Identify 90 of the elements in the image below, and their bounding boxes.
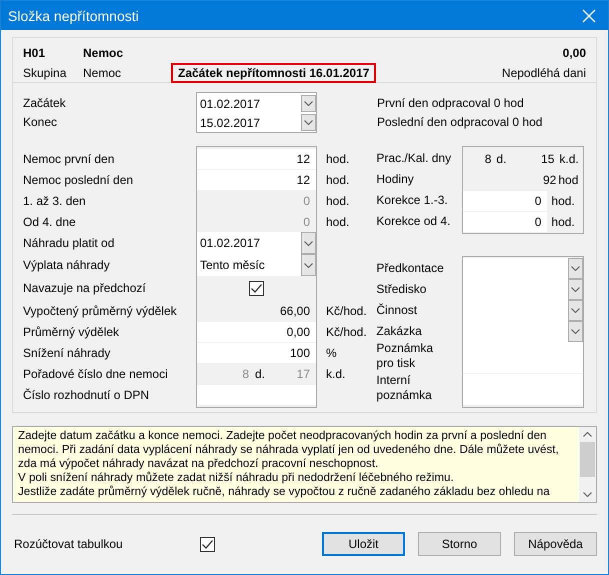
combo-box[interactable]: 01.02.2017 (197, 232, 316, 254)
dropdown-icon[interactable] (568, 258, 584, 279)
field-label: Navazuje na předchozí (23, 281, 146, 295)
input-field[interactable]: 12 (197, 170, 316, 190)
field-label: Začátek (23, 96, 66, 110)
field-label: Rozúčtovat tabulkou (13, 537, 124, 551)
checkbox[interactable] (249, 280, 264, 296)
field-label: Korekce od 4. (376, 214, 450, 228)
help-text-line: nemoci. Při zadání data vyplácení náhrady se náhrada vyplatí jen od uvedeného dne. Dále můžete uvést, (18, 443, 560, 457)
scroll-bar[interactable] (579, 427, 596, 502)
field-label: Výplata náhrady (23, 258, 110, 272)
unit-text: hod. (550, 214, 575, 228)
field-label: Náhradu platit od (23, 236, 114, 250)
group-text: Nemoc (83, 66, 122, 80)
field-label: Předkontace (376, 260, 444, 274)
value-text: 8 (241, 366, 249, 380)
dropdown-icon[interactable] (568, 300, 584, 321)
field-label: Pořadové číslo dne nemoci (23, 366, 168, 380)
note-field[interactable] (463, 374, 584, 405)
unit-text: % (326, 346, 337, 360)
field-label: Nemoc poslední den (23, 172, 134, 186)
value-text: 8 (484, 152, 492, 166)
value-text: 0 (303, 194, 310, 208)
field-label: Poznámka pro tisk (376, 341, 434, 371)
field-label: Činnost (376, 302, 418, 316)
dropdown-icon[interactable] (568, 321, 584, 342)
input-field[interactable]: 12 (197, 148, 316, 168)
close-icon[interactable] (582, 8, 596, 22)
dropdown-icon[interactable] (301, 114, 316, 131)
input-field[interactable]: 0 (463, 212, 548, 232)
value-text: 92 (543, 172, 556, 186)
dialog-button[interactable]: Nápověda (514, 532, 597, 556)
unit-text: hod. (326, 194, 350, 208)
value-text: 15 (540, 152, 554, 166)
date-combo[interactable]: 01.02.2017 (197, 94, 316, 113)
field-label: Číslo rozhodnutí o DPN (23, 388, 150, 402)
input-field[interactable]: 0,00 (197, 322, 316, 342)
field-label: Od 4. dne (23, 214, 76, 228)
value-text: 17 (296, 366, 311, 380)
field-label: Vypočtený průměrný výdělek (23, 304, 177, 318)
type-text: Nemoc (83, 46, 124, 60)
help-text-line: zda má výpočet náhrady navázat na předchozí pracovní neschopnost. (18, 457, 380, 471)
field-label: 1. až 3. den (23, 194, 86, 208)
unit-text: d. (254, 366, 266, 380)
combo-box[interactable]: Tento měsíc (197, 254, 316, 276)
help-text-line: Zadejte datum začátku a konce nemoci. Zadejte počet neodpracovaných hodin za první a poslední den (18, 429, 548, 443)
input-field[interactable] (197, 384, 316, 404)
unit-text: hod (557, 172, 578, 186)
field-label: Korekce 1.-3. (376, 192, 448, 206)
unit-text: Kč/hod. (326, 324, 367, 338)
dropdown-icon[interactable] (568, 279, 584, 300)
checkbox[interactable] (200, 536, 215, 552)
input-field[interactable]: 0 (463, 190, 548, 210)
unit-text: hod. (326, 152, 350, 166)
field-label: Prac./Kal. dny (376, 150, 452, 164)
dialog-button[interactable]: Storno (418, 532, 501, 556)
value-text: 66,00 (280, 304, 310, 318)
absence-start-notice: Začátek nepřítomnosti 16.01.2017 (171, 63, 376, 83)
worked-note: První den odpracoval 0 hod (377, 96, 524, 110)
unit-text: Kč/hod. (326, 304, 367, 318)
input-field[interactable]: 100 (197, 342, 316, 362)
dropdown-icon[interactable] (301, 95, 316, 112)
field-label: Průměrný výdělek (23, 324, 120, 338)
amount-text: 0,00 (562, 46, 586, 60)
help-text-line: V poli snížení náhrady můžete zadat nižší náhradu při nedodržení léčebného režimu. (18, 471, 455, 485)
combo-box[interactable] (463, 258, 584, 279)
worked-note: Poslední den odpracoval 0 hod (377, 114, 542, 128)
dropdown-icon[interactable] (301, 232, 316, 254)
unit-text: d. (495, 152, 508, 166)
unit-text: hod. (550, 194, 575, 208)
note-field[interactable] (463, 342, 584, 373)
field-label: Hodiny (376, 172, 414, 186)
window-title: Složka nepřítomnosti (8, 8, 140, 24)
unit-text: hod. (326, 214, 350, 228)
field-label: Snížení náhrady (23, 346, 110, 360)
field-label: Interní poznámka (376, 373, 433, 403)
field-label: Konec (23, 114, 58, 128)
unit-text: k.d. (326, 366, 346, 380)
value-text: 0 (303, 214, 310, 228)
code-text: H01 (23, 46, 46, 60)
group-label: Skupina (23, 66, 68, 80)
dialog-button[interactable]: Uložit (322, 532, 405, 556)
field-label: Nemoc první den (23, 152, 114, 166)
field-label: Středisko (376, 282, 426, 296)
unit-text: k.d. (558, 152, 579, 166)
field-label: Zakázka (376, 324, 422, 338)
dropdown-icon[interactable] (301, 254, 316, 276)
help-text-line: Jestliže zadáte průměrný výdělek ručně, náhrady se vypočtou z ručně zadaného základu bez ohledu na (18, 485, 551, 499)
tax-note: Nepodléhá dani (502, 66, 586, 80)
unit-text: hod. (326, 172, 350, 186)
